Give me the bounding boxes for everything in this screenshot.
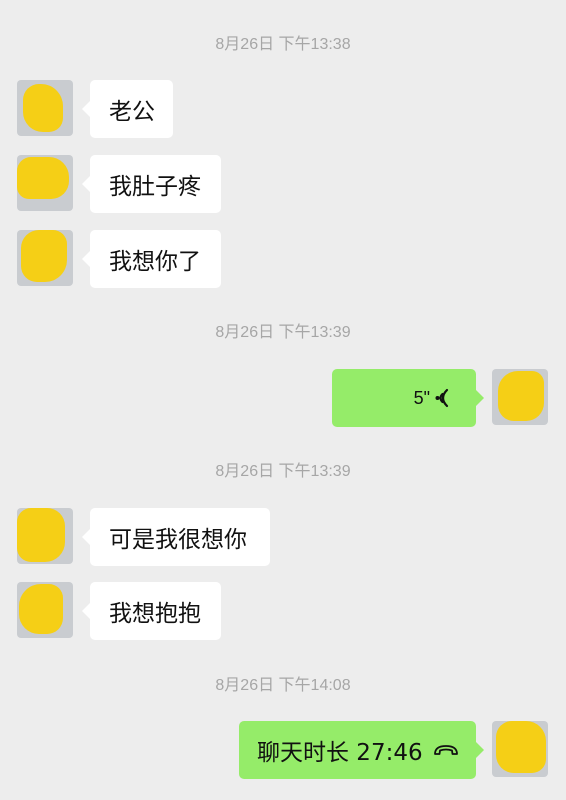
voice-wave-icon <box>435 388 449 408</box>
timestamp: 8月26日 下午14:08 <box>215 677 351 694</box>
avatar[interactable] <box>492 369 548 425</box>
avatar-blur <box>17 157 69 199</box>
avatar-blur <box>496 721 546 773</box>
avatar[interactable] <box>17 230 73 286</box>
timestamp: 8月26日 下午13:39 <box>215 463 351 480</box>
message-bubble[interactable]: 我想抱抱 <box>82 582 221 640</box>
message-bubble[interactable]: 我想你了 <box>82 230 221 288</box>
avatar[interactable] <box>17 80 73 136</box>
avatar-blur <box>17 508 65 562</box>
avatar[interactable] <box>17 582 73 638</box>
message-text: 我想你了 <box>109 249 201 275</box>
message-bubble[interactable]: 老公 <box>82 80 173 138</box>
avatar-blur <box>498 371 544 421</box>
message-text: 我肚子疼 <box>109 174 201 200</box>
avatar[interactable] <box>17 155 73 211</box>
phone-hangup-icon <box>433 745 458 755</box>
avatar-blur <box>23 84 63 132</box>
timestamp: 8月26日 下午13:39 <box>215 324 351 341</box>
voice-message-bubble[interactable]: 5" <box>332 369 484 427</box>
voice-duration: 5" <box>413 387 430 408</box>
avatar-blur <box>21 230 67 282</box>
avatar[interactable] <box>492 721 548 777</box>
timestamp: 8月26日 下午13:38 <box>215 36 351 53</box>
call-duration-text: 聊天时长 27:46 <box>257 740 423 766</box>
message-bubble[interactable]: 可是我很想你 <box>82 508 270 566</box>
avatar[interactable] <box>17 508 73 564</box>
call-record-bubble[interactable]: 聊天时长 27:46 <box>239 721 484 779</box>
message-text: 我想抱抱 <box>109 601 201 627</box>
message-text: 老公 <box>109 99 155 125</box>
avatar-blur <box>19 584 63 634</box>
message-bubble[interactable]: 我肚子疼 <box>82 155 221 213</box>
message-text: 可是我很想你 <box>109 527 247 553</box>
